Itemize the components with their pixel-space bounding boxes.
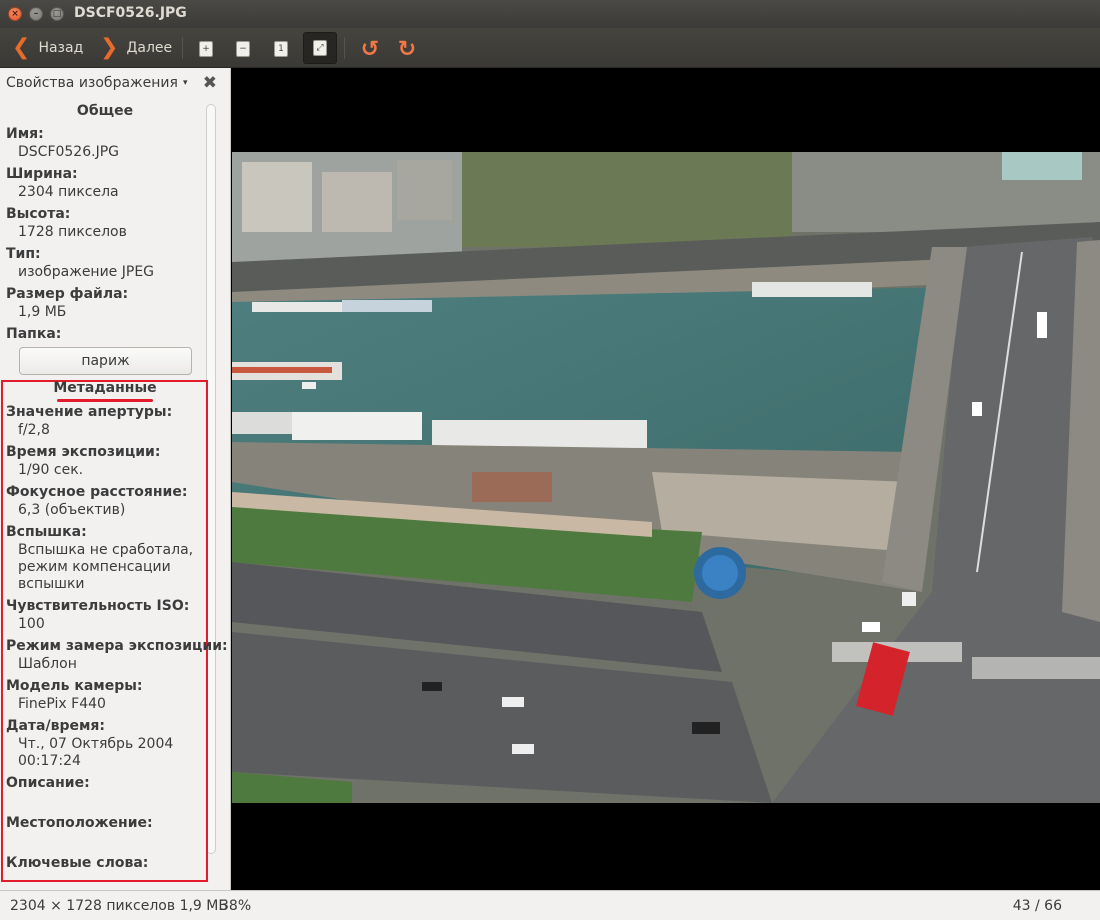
window-title: DSCF0526.JPG	[74, 5, 187, 21]
forward-label: Далее	[126, 40, 173, 56]
rotate-left-button[interactable]: ↺	[357, 36, 383, 62]
toolbar: ❮ Назад ❯ Далее + − 1 ⤢ ↺ ↻	[0, 28, 1100, 68]
status-bar: 2304 × 1728 пикселов 1,9 МБ 38% 43 / 66	[0, 890, 1100, 920]
zoom-in-icon: +	[199, 41, 213, 57]
height-value: 1728 пикселов	[18, 224, 127, 240]
maximize-icon: □	[52, 8, 62, 19]
description-label: Описание:	[6, 775, 90, 791]
flash-value-line-2: режим компенсации	[18, 559, 171, 575]
chevron-right-icon: ❯	[100, 35, 119, 60]
general-section-title: Общее	[76, 103, 134, 119]
rotate-left-icon: ↺	[360, 36, 380, 62]
width-label: Ширина:	[6, 166, 78, 182]
flash-value-line-1: Вспышка не сработала,	[18, 542, 194, 558]
focal-length-value: 6,3 (объектив)	[18, 502, 126, 518]
close-window-button[interactable]: ×	[8, 7, 22, 21]
zoom-normal-button[interactable]: 1	[268, 36, 294, 62]
camera-model-value: FinePix F440	[18, 696, 106, 712]
file-size-label: Размер файла:	[6, 286, 129, 302]
zoom-out-icon: −	[236, 41, 250, 57]
rotate-right-icon: ↻	[397, 36, 417, 62]
image-properties-sidebar: Свойства изображения ▾ ✖ Общее Имя: DSCF…	[0, 68, 231, 890]
status-image-position: 43 / 66	[1012, 898, 1062, 914]
datetime-label: Дата/время:	[6, 718, 105, 734]
zoom-normal-icon: 1	[274, 41, 288, 57]
exposure-value: 1/90 сек.	[18, 462, 84, 478]
status-zoom: 38%	[220, 898, 252, 914]
photo-paris-aerial[interactable]	[232, 152, 1100, 803]
camera-model-label: Модель камеры:	[6, 678, 143, 694]
type-label: Тип:	[6, 246, 41, 262]
chevron-down-icon: ▾	[182, 78, 188, 88]
metadata-underline-annotation	[57, 399, 153, 402]
chevron-left-icon: ❮	[12, 35, 31, 60]
image-viewer[interactable]	[232, 68, 1100, 890]
flash-label: Вспышка:	[6, 524, 87, 540]
sidebar-header-label: Свойства изображения	[6, 75, 178, 91]
width-value: 2304 пиксела	[18, 184, 119, 200]
iso-value: 100	[18, 616, 45, 632]
name-label: Имя:	[6, 126, 44, 142]
zoom-in-button[interactable]: +	[193, 36, 219, 62]
flash-value-line-3: вспышки	[18, 576, 85, 592]
minimize-icon: –	[33, 8, 39, 19]
forward-button[interactable]: ❯ Далее	[100, 28, 172, 68]
type-value: изображение JPEG	[18, 264, 155, 280]
aperture-label: Значение апертуры:	[6, 404, 173, 420]
focal-length-label: Фокусное расстояние:	[6, 484, 188, 500]
title-bar: × – □ DSCF0526.JPG	[0, 0, 1100, 28]
location-label: Местоположение:	[6, 815, 153, 831]
back-label: Назад	[38, 40, 84, 56]
close-icon: ✖	[202, 73, 217, 93]
iso-label: Чувствительность ISO:	[6, 598, 190, 614]
photo-illustration	[232, 152, 1100, 803]
rotate-right-button[interactable]: ↻	[394, 36, 420, 62]
datetime-value-line-2: 00:17:24	[18, 753, 81, 769]
metadata-section-title: Метаданные	[53, 380, 157, 396]
folder-label: Папка:	[6, 326, 62, 342]
metering-value: Шаблон	[18, 656, 77, 672]
close-icon: ×	[11, 8, 19, 19]
name-value: DSCF0526.JPG	[18, 144, 119, 160]
file-size-value: 1,9 МБ	[18, 304, 67, 320]
sidebar-header-dropdown[interactable]: Свойства изображения ▾	[0, 68, 231, 98]
status-dimensions: 2304 × 1728 пикселов 1,9 МБ	[10, 898, 228, 914]
best-fit-button[interactable]: ⤢	[303, 32, 337, 64]
keywords-label: Ключевые слова:	[6, 855, 149, 871]
zoom-out-button[interactable]: −	[230, 36, 256, 62]
minimize-window-button[interactable]: –	[29, 7, 43, 21]
sidebar-close-button[interactable]: ✖	[203, 73, 217, 93]
folder-button[interactable]: париж	[19, 347, 192, 375]
back-button[interactable]: ❮ Назад	[12, 28, 83, 68]
metering-label: Режим замера экспозиции:	[6, 638, 228, 654]
toolbar-separator	[344, 37, 345, 59]
toolbar-separator	[182, 37, 183, 59]
exposure-label: Время экспозиции:	[6, 444, 161, 460]
maximize-window-button[interactable]: □	[50, 7, 64, 21]
fit-icon: ⤢	[313, 40, 327, 56]
height-label: Высота:	[6, 206, 71, 222]
datetime-value-line-1: Чт., 07 Октябрь 2004	[18, 736, 174, 752]
aperture-value: f/2,8	[18, 422, 50, 438]
